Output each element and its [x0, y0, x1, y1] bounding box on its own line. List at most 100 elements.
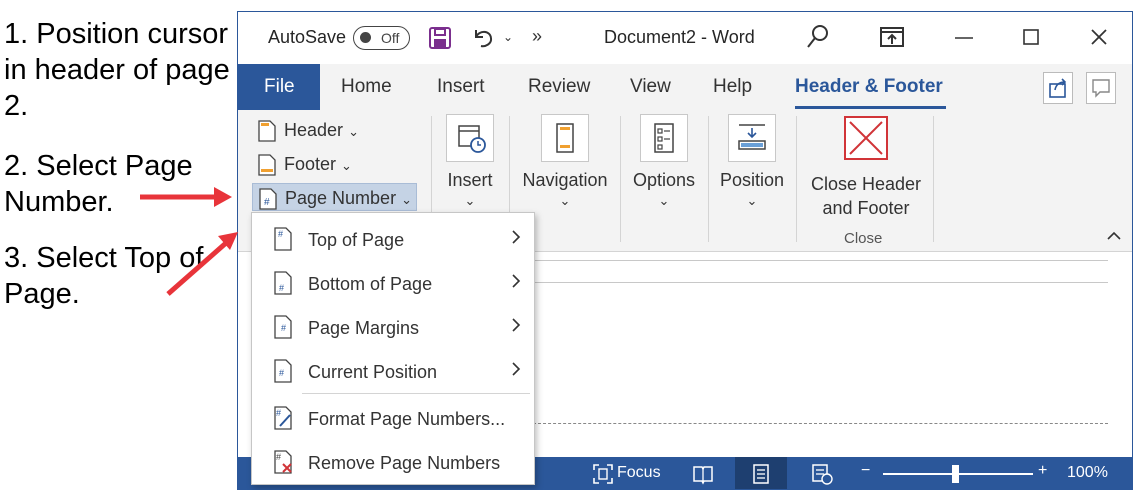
- focus-mode-button[interactable]: Focus: [617, 464, 661, 482]
- instruction-step-1: 1. Position cursor in header of page 2.: [4, 18, 230, 122]
- position-label: Position: [719, 170, 785, 190]
- close-header-footer-label-line1: Close Header: [810, 174, 922, 194]
- menu-item-remove-page-numbers[interactable]: # Remove Page Numbers: [252, 440, 534, 484]
- zoom-in-button[interactable]: +: [1038, 462, 1047, 480]
- print-layout-icon[interactable]: [750, 463, 772, 485]
- toggle-knob: [360, 32, 371, 43]
- menu-item-label: Current Position: [308, 362, 438, 382]
- page-number-chevron-icon: ⌄: [401, 192, 412, 207]
- instruction-step-3: 3. Select Top of Page.: [4, 242, 204, 310]
- remove-page-numbers-icon: #: [274, 450, 292, 474]
- navigation-icon: [541, 114, 589, 162]
- submenu-chevron-icon: [512, 274, 521, 288]
- position-group-button[interactable]: Position ⌄: [719, 114, 785, 209]
- ribbon-tabs: File Home Insert Review View Help Header…: [238, 64, 1132, 110]
- minimize-icon[interactable]: [949, 22, 979, 52]
- active-tab-indicator: [795, 106, 946, 109]
- insert-label: Insert: [447, 170, 493, 190]
- autosave-state: Off: [381, 30, 400, 46]
- ribbon-separator: [933, 116, 934, 242]
- more-commands-icon[interactable]: »: [532, 26, 542, 47]
- tab-header-footer[interactable]: Header & Footer: [795, 76, 943, 98]
- tab-insert[interactable]: Insert: [437, 76, 485, 98]
- navigation-chevron-icon: ⌄: [559, 193, 571, 208]
- options-icon: [640, 114, 688, 162]
- close-group-label: Close: [844, 230, 883, 247]
- position-chevron-icon: ⌄: [746, 193, 758, 208]
- options-chevron-icon: ⌄: [658, 193, 670, 208]
- menu-item-label: Top of Page: [308, 230, 405, 250]
- save-icon[interactable]: [428, 26, 452, 50]
- submenu-chevron-icon: [512, 362, 521, 376]
- share-button[interactable]: [1043, 72, 1073, 104]
- instruction-step-2: 2. Select Page Number.: [4, 150, 193, 218]
- options-label: Options: [632, 170, 696, 190]
- zoom-level[interactable]: 100%: [1067, 464, 1108, 482]
- format-page-numbers-icon: #: [274, 406, 292, 430]
- autosave-toggle[interactable]: Off: [353, 26, 410, 50]
- focus-icon[interactable]: [593, 464, 613, 484]
- ribbon-separator: [796, 116, 797, 242]
- autosave-label: AutoSave: [268, 27, 347, 47]
- zoom-slider-thumb[interactable]: [952, 465, 959, 483]
- undo-dropdown-chevron-icon[interactable]: ⌄: [503, 30, 513, 44]
- menu-item-current-position[interactable]: # Current Position: [252, 349, 534, 393]
- ribbon-separator: [708, 116, 709, 242]
- tab-home[interactable]: Home: [341, 76, 392, 98]
- page-number-button[interactable]: # Page Number ⌄: [252, 183, 417, 211]
- menu-item-top-of-page[interactable]: # Top of Page: [252, 217, 534, 261]
- page-number-menu: # Top of Page # Bottom of Page # Page Ma…: [251, 212, 535, 485]
- page-margins-icon: #: [274, 315, 292, 339]
- menu-item-format-page-numbers[interactable]: # Format Page Numbers...: [252, 396, 534, 440]
- submenu-chevron-icon: [512, 230, 521, 244]
- page-edge-line: [533, 260, 1108, 261]
- title-bar: AutoSave Off ⌄ » Document2 - Word: [238, 12, 1132, 64]
- read-mode-icon[interactable]: [692, 463, 714, 485]
- comment-icon: [1092, 79, 1110, 98]
- header-label: Header: [284, 120, 344, 140]
- header-button[interactable]: Header ⌄: [252, 116, 417, 144]
- position-icon: [728, 114, 776, 162]
- zoom-out-button[interactable]: −: [861, 462, 870, 480]
- footer-button[interactable]: Footer ⌄: [252, 150, 417, 178]
- insert-chevron-icon: ⌄: [464, 193, 476, 208]
- svg-text:#: #: [279, 368, 284, 378]
- page-number-label: Page Number: [285, 188, 397, 208]
- search-icon[interactable]: [806, 24, 830, 50]
- menu-item-label: Page Margins: [308, 318, 420, 338]
- ribbon-display-options-icon[interactable]: [880, 26, 904, 48]
- maximize-icon[interactable]: [1016, 22, 1046, 52]
- web-layout-icon[interactable]: [811, 463, 833, 485]
- navigation-group-button[interactable]: Navigation ⌄: [520, 114, 610, 209]
- top-of-page-icon: #: [274, 227, 292, 251]
- undo-icon[interactable]: [470, 24, 496, 50]
- tab-review[interactable]: Review: [528, 76, 590, 98]
- footer-chevron-icon: ⌄: [341, 158, 352, 173]
- menu-separator: [302, 393, 530, 394]
- comments-button[interactable]: [1086, 72, 1116, 104]
- close-header-footer-icon: [842, 114, 890, 162]
- svg-text:#: #: [279, 283, 284, 293]
- svg-text:#: #: [276, 452, 281, 462]
- tab-file[interactable]: File: [238, 64, 320, 110]
- menu-item-label: Remove Page Numbers: [308, 453, 501, 473]
- tab-help[interactable]: Help: [713, 76, 752, 98]
- page-edge-line: [533, 282, 1108, 283]
- svg-text:#: #: [278, 229, 283, 239]
- insert-date-time-icon: [446, 114, 494, 162]
- footer-icon: [258, 154, 276, 176]
- insert-group-button[interactable]: Insert ⌄: [442, 114, 498, 209]
- menu-item-page-margins[interactable]: # Page Margins: [252, 305, 534, 349]
- close-window-icon[interactable]: [1084, 22, 1114, 52]
- header-icon: [258, 120, 276, 142]
- svg-text:#: #: [264, 197, 270, 208]
- current-position-icon: #: [274, 359, 292, 383]
- page-number-icon: #: [259, 188, 277, 210]
- bottom-of-page-icon: #: [274, 271, 292, 295]
- collapse-ribbon-icon[interactable]: [1106, 228, 1122, 244]
- menu-item-bottom-of-page[interactable]: # Bottom of Page: [252, 261, 534, 305]
- options-group-button[interactable]: Options ⌄: [631, 114, 697, 209]
- share-icon: [1049, 78, 1067, 98]
- close-header-footer-button[interactable]: Close Header and Footer: [807, 114, 925, 220]
- tab-view[interactable]: View: [630, 76, 671, 98]
